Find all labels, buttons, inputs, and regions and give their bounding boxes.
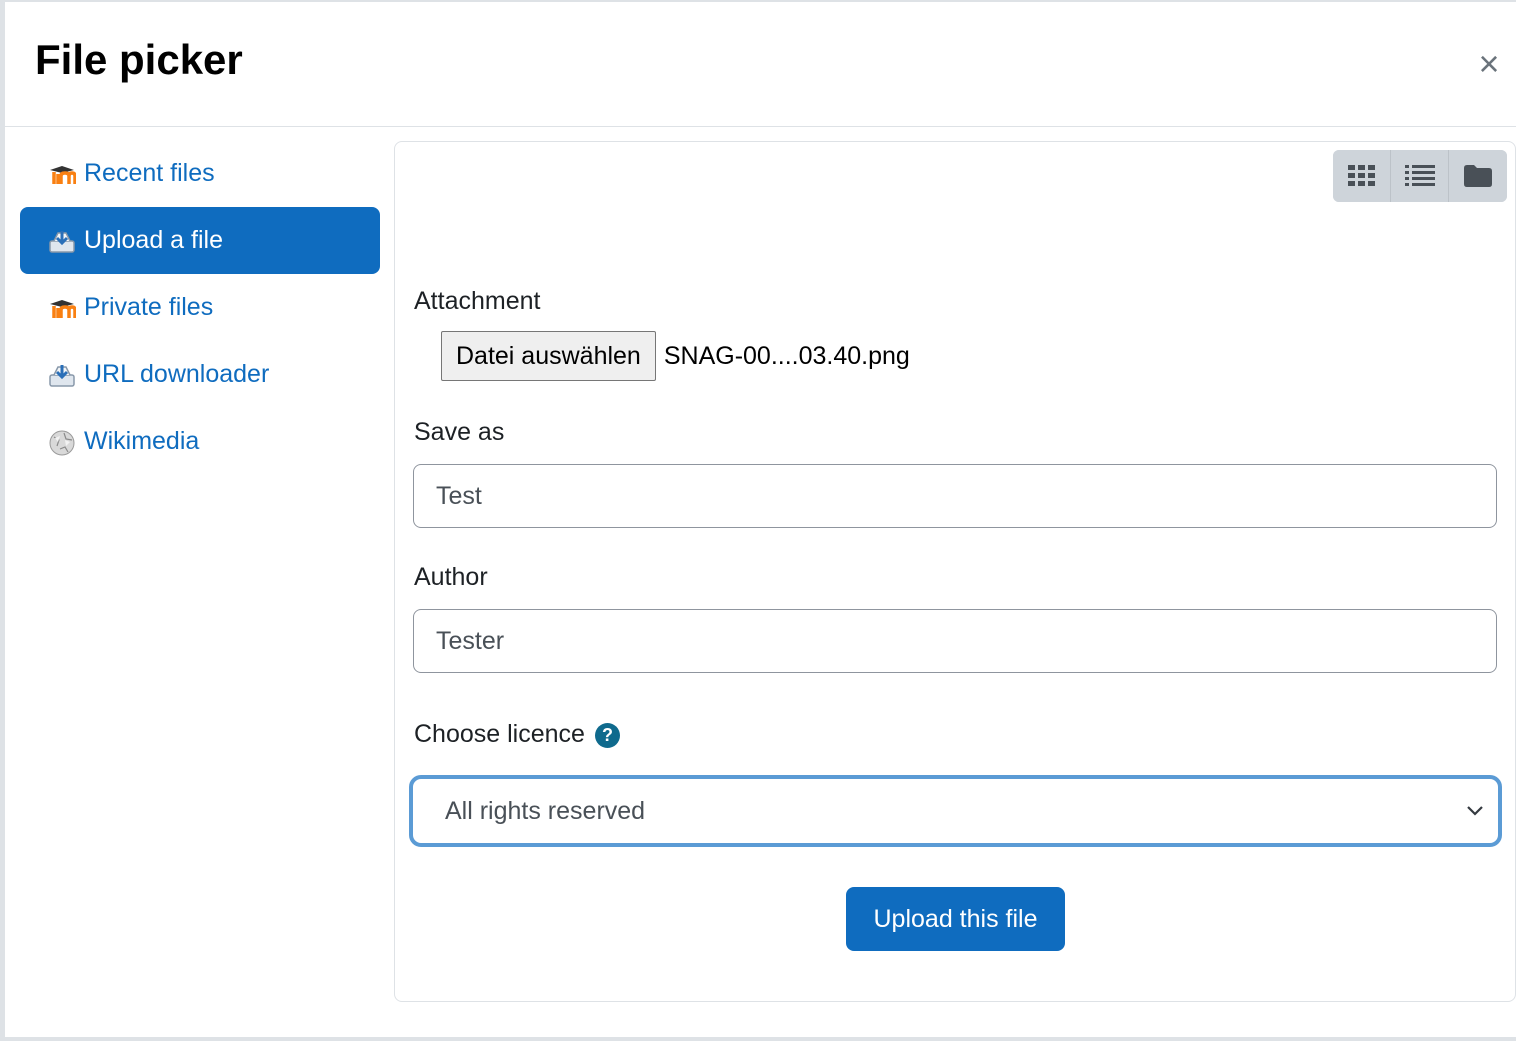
folder-view-button[interactable] [1449, 150, 1507, 202]
sidebar-item-label: Recent files [84, 159, 215, 187]
list-view-button[interactable] [1391, 150, 1449, 202]
moodle-icon [48, 294, 77, 322]
licence-label: Choose licence [414, 720, 585, 748]
save-as-label: Save as [414, 418, 505, 446]
chosen-file-name: SNAG-00....03.40.png [663, 341, 910, 370]
sidebar-item-label: URL downloader [84, 360, 270, 388]
chevron-down-icon [1467, 806, 1483, 816]
close-icon[interactable]: × [1471, 46, 1507, 82]
sidebar-item-label: Private files [84, 293, 214, 321]
moodle-icon [48, 160, 77, 188]
author-input[interactable] [413, 609, 1497, 673]
sidebar-item-label: Upload a file [84, 226, 223, 254]
sidebar-item-label: Wikimedia [84, 427, 200, 455]
sidebar-item-upload-a-file[interactable]: Upload a file [20, 207, 380, 274]
view-toggle-group [1333, 150, 1507, 202]
sidebar-item-url-downloader[interactable]: URL downloader [20, 341, 380, 408]
url-download-icon [48, 361, 76, 389]
upload-panel: Attachment Datei auswählen SNAG-00....03… [394, 141, 1516, 1002]
save-as-input[interactable] [413, 464, 1497, 528]
repository-sidebar: Recent files Upload a file Private files… [20, 140, 380, 475]
sidebar-item-recent-files[interactable]: Recent files [20, 140, 380, 207]
sidebar-item-private-files[interactable]: Private files [20, 274, 380, 341]
choose-file-button[interactable]: Datei auswählen [441, 331, 656, 381]
licence-label-row: Choose licence? [414, 720, 620, 749]
wikimedia-icon [48, 428, 76, 456]
grid-view-button[interactable] [1333, 150, 1391, 202]
folder-view-icon [1464, 165, 1492, 187]
help-icon[interactable]: ? [594, 722, 620, 748]
dialog-header: File picker × [5, 2, 1516, 127]
author-label: Author [414, 563, 488, 591]
licence-select[interactable]: All rights reserved [409, 775, 1502, 847]
dialog-title: File picker [35, 36, 243, 83]
upload-icon [48, 227, 76, 255]
file-picker-dialog: File picker × Recent files Upload a file… [5, 2, 1516, 1037]
sidebar-item-wikimedia[interactable]: Wikimedia [20, 408, 380, 475]
grid-view-icon [1347, 165, 1375, 186]
attachment-label: Attachment [414, 287, 541, 315]
file-chooser: Datei auswählen SNAG-00....03.40.png [441, 331, 910, 381]
list-view-icon [1404, 165, 1435, 186]
licence-selected-value: All rights reserved [445, 796, 646, 825]
upload-this-file-button[interactable]: Upload this file [846, 887, 1065, 951]
